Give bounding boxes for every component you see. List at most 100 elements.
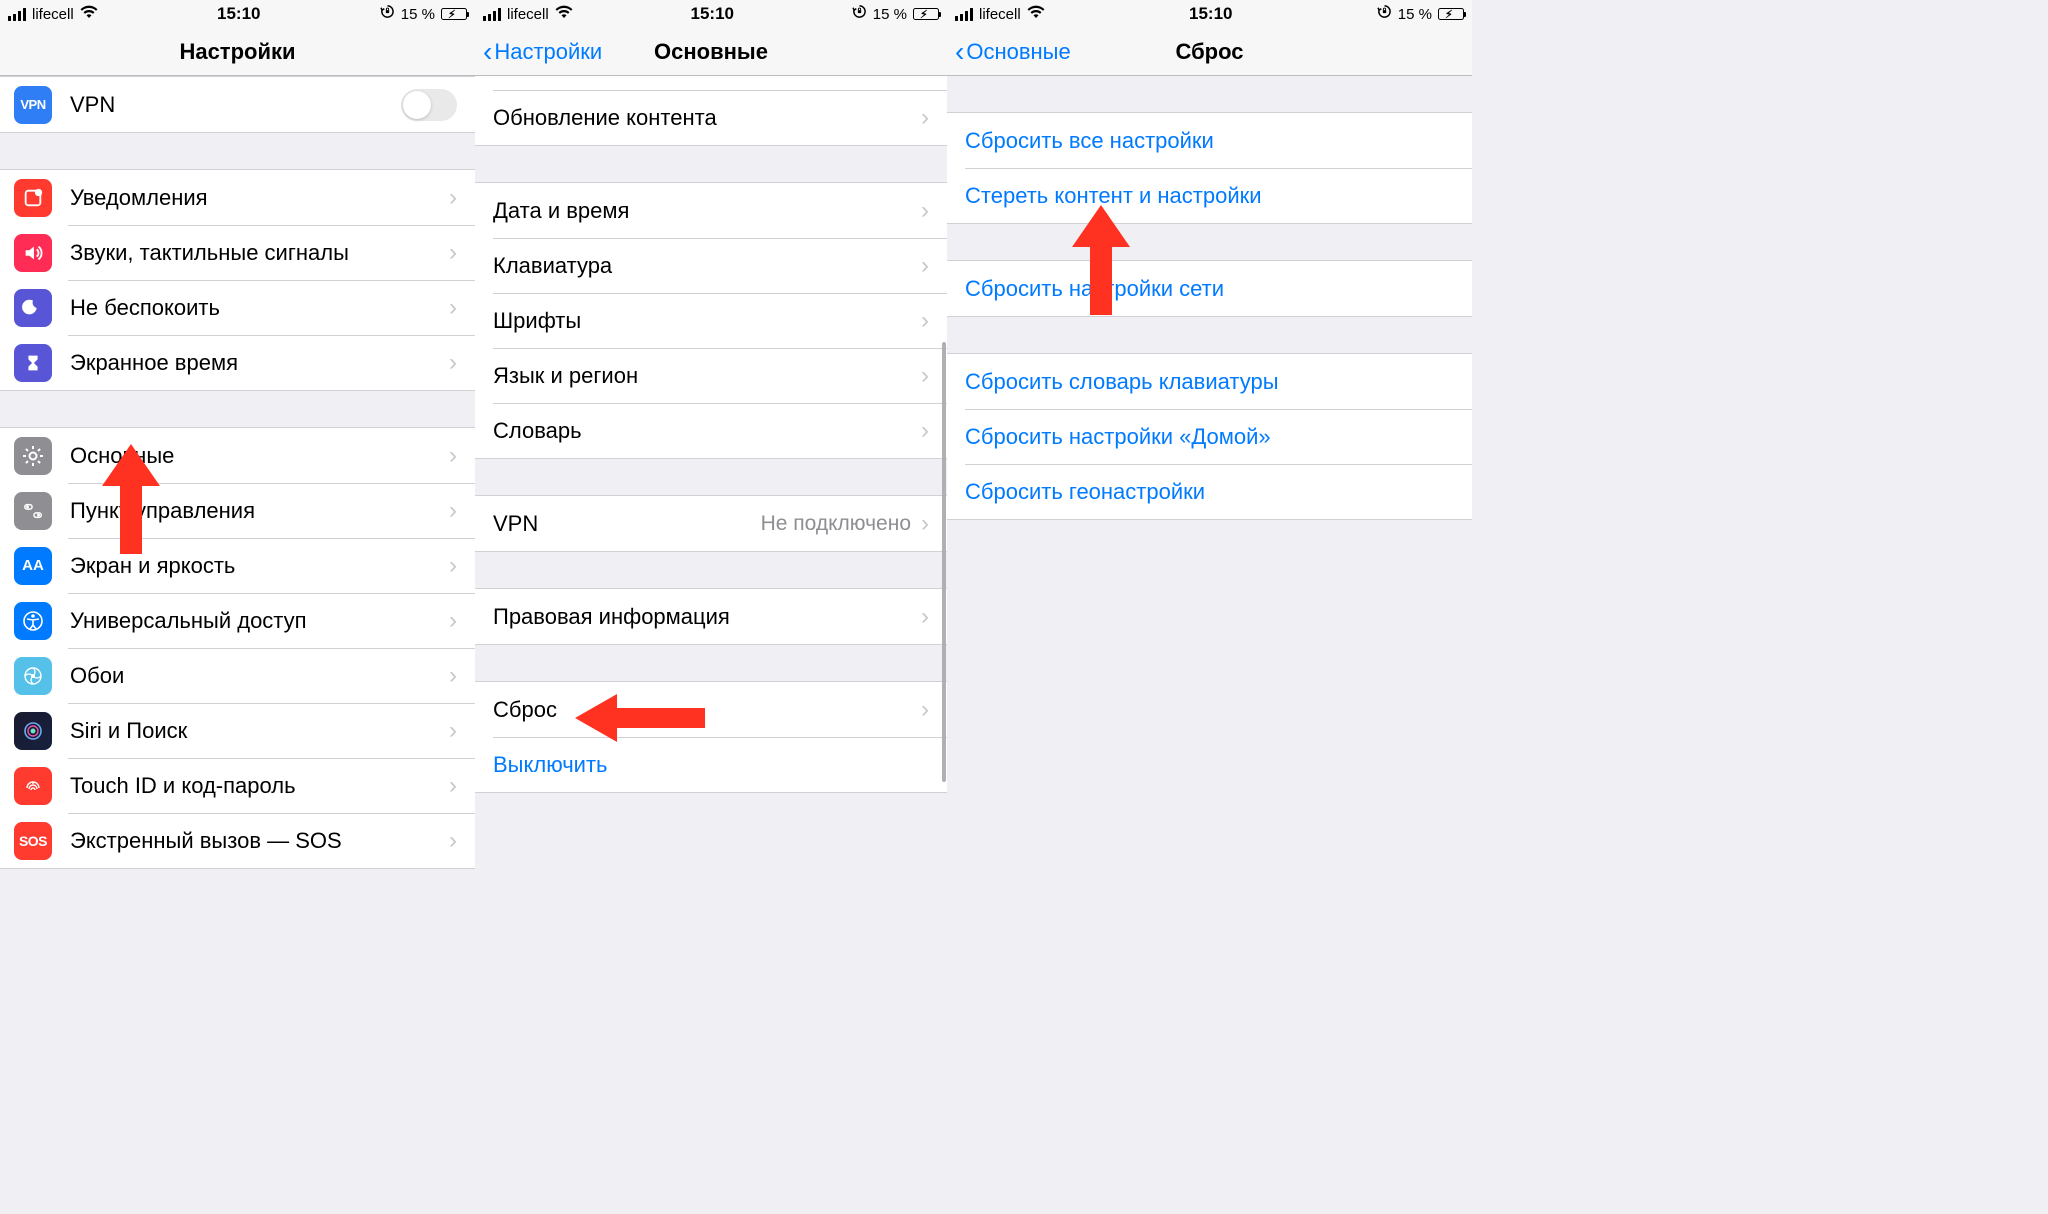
row-label: Сбросить все настройки bbox=[965, 128, 1454, 154]
status-bar: lifecell 15:10 15 % ⚡︎ bbox=[475, 0, 947, 28]
general-row-datetime[interactable]: Дата и время › bbox=[475, 183, 947, 238]
chevron-right-icon: › bbox=[449, 294, 457, 322]
row-label: Язык и регион bbox=[493, 363, 921, 389]
row-label: Стереть контент и настройки bbox=[965, 183, 1454, 209]
nav-back-button[interactable]: ‹ Настройки bbox=[475, 36, 602, 68]
page-title: Настройки bbox=[0, 39, 475, 65]
reset-row-location[interactable]: Сбросить геонастройки bbox=[947, 464, 1472, 519]
nav-header: Настройки bbox=[0, 28, 475, 76]
wifi-icon bbox=[80, 5, 98, 23]
settings-row-sounds[interactable]: Звуки, тактильные сигналы › bbox=[0, 225, 475, 280]
chevron-right-icon: › bbox=[921, 603, 929, 631]
display-icon: AA bbox=[14, 547, 52, 585]
row-label: Словарь bbox=[493, 418, 921, 444]
chevron-right-icon: › bbox=[921, 307, 929, 335]
settings-row-sos[interactable]: SOS Экстренный вызов — SOS › bbox=[0, 813, 475, 868]
row-label: VPN bbox=[493, 511, 761, 537]
control-center-icon bbox=[14, 492, 52, 530]
dnd-icon bbox=[14, 289, 52, 327]
reset-row-network[interactable]: Сбросить настройки сети bbox=[947, 261, 1472, 316]
battery-percent: 15 % bbox=[401, 6, 435, 23]
wifi-icon bbox=[1027, 5, 1045, 23]
general-row-legal[interactable]: Правовая информация › bbox=[475, 589, 947, 644]
sounds-icon bbox=[14, 234, 52, 272]
general-row-language[interactable]: Язык и регион › bbox=[475, 348, 947, 403]
chevron-left-icon: ‹ bbox=[955, 36, 964, 68]
chevron-right-icon: › bbox=[449, 349, 457, 377]
cellular-signal-icon bbox=[955, 8, 973, 21]
row-label: Шрифты bbox=[493, 308, 921, 334]
chevron-right-icon: › bbox=[449, 607, 457, 635]
screentime-icon bbox=[14, 344, 52, 382]
settings-row-screentime[interactable]: Экранное время › bbox=[0, 335, 475, 390]
nav-back-label: Настройки bbox=[494, 39, 602, 65]
row-label: Сбросить настройки «Домой» bbox=[965, 424, 1454, 450]
nav-back-label: Основные bbox=[966, 39, 1070, 65]
chevron-right-icon: › bbox=[921, 696, 929, 724]
settings-row-wallpaper[interactable]: Обои › bbox=[0, 648, 475, 703]
orientation-lock-icon bbox=[852, 4, 867, 24]
row-label: Пункт управления bbox=[70, 498, 449, 524]
cellular-signal-icon bbox=[483, 8, 501, 21]
chevron-right-icon: › bbox=[449, 239, 457, 267]
row-label: Обои bbox=[70, 663, 449, 689]
wallpaper-icon bbox=[14, 657, 52, 695]
orientation-lock-icon bbox=[380, 4, 395, 24]
settings-row-siri[interactable]: Siri и Поиск › bbox=[0, 703, 475, 758]
notifications-icon bbox=[14, 179, 52, 217]
settings-row-notifications[interactable]: Уведомления › bbox=[0, 170, 475, 225]
row-label: Экранное время bbox=[70, 350, 449, 376]
row-label: Правовая информация bbox=[493, 604, 921, 630]
touchid-icon bbox=[14, 767, 52, 805]
general-row-background-refresh[interactable]: Обновление контента › bbox=[475, 90, 947, 145]
settings-row-touchid[interactable]: Touch ID и код-пароль › bbox=[0, 758, 475, 813]
vpn-icon: VPN bbox=[14, 86, 52, 124]
row-label: Сбросить настройки сети bbox=[965, 276, 1454, 302]
settings-row-control-center[interactable]: Пункт управления › bbox=[0, 483, 475, 538]
scrollbar[interactable] bbox=[942, 342, 946, 782]
general-row-dictionary[interactable]: Словарь › bbox=[475, 403, 947, 458]
row-label: Siri и Поиск bbox=[70, 718, 449, 744]
chevron-right-icon: › bbox=[449, 442, 457, 470]
settings-row-dnd[interactable]: Не беспокоить › bbox=[0, 280, 475, 335]
general-icon bbox=[14, 437, 52, 475]
reset-row-home-layout[interactable]: Сбросить настройки «Домой» bbox=[947, 409, 1472, 464]
sos-icon: SOS bbox=[14, 822, 52, 860]
settings-row-display[interactable]: AA Экран и яркость › bbox=[0, 538, 475, 593]
general-row-fonts[interactable]: Шрифты › bbox=[475, 293, 947, 348]
siri-icon bbox=[14, 712, 52, 750]
settings-root-screen: lifecell 15:10 15 % ⚡︎ Настройки VPN VPN bbox=[0, 0, 475, 1214]
status-time: 15:10 bbox=[691, 4, 734, 24]
chevron-right-icon: › bbox=[449, 827, 457, 855]
vpn-toggle[interactable] bbox=[401, 89, 457, 121]
carrier-label: lifecell bbox=[979, 6, 1021, 23]
general-row-shutdown[interactable]: Выключить bbox=[475, 737, 947, 792]
general-row-reset[interactable]: Сброс › bbox=[475, 682, 947, 737]
general-row-keyboard[interactable]: Клавиатура › bbox=[475, 238, 947, 293]
general-settings-screen: lifecell 15:10 15 % ⚡︎ ‹ Настройки Основ… bbox=[475, 0, 947, 1214]
nav-header: ‹ Основные Сброс bbox=[947, 28, 1472, 76]
reset-row-erase-content[interactable]: Стереть контент и настройки bbox=[947, 168, 1472, 223]
chevron-right-icon: › bbox=[449, 772, 457, 800]
settings-row-accessibility[interactable]: Универсальный доступ › bbox=[0, 593, 475, 648]
row-label: Обновление контента bbox=[493, 105, 921, 131]
battery-icon: ⚡︎ bbox=[1438, 8, 1464, 20]
battery-icon: ⚡︎ bbox=[441, 8, 467, 20]
general-row-vpn[interactable]: VPN Не подключено › bbox=[475, 496, 947, 551]
row-label: Экстренный вызов — SOS bbox=[70, 828, 449, 854]
status-bar: lifecell 15:10 15 % ⚡︎ bbox=[0, 0, 475, 28]
settings-row-general[interactable]: Основные › bbox=[0, 428, 475, 483]
reset-row-keyboard-dict[interactable]: Сбросить словарь клавиатуры bbox=[947, 354, 1472, 409]
settings-row-vpn[interactable]: VPN VPN bbox=[0, 77, 475, 132]
battery-icon: ⚡︎ bbox=[913, 8, 939, 20]
reset-row-all-settings[interactable]: Сбросить все настройки bbox=[947, 113, 1472, 168]
carrier-label: lifecell bbox=[32, 6, 74, 23]
nav-back-button[interactable]: ‹ Основные bbox=[947, 36, 1071, 68]
carrier-label: lifecell bbox=[507, 6, 549, 23]
chevron-right-icon: › bbox=[449, 662, 457, 690]
chevron-right-icon: › bbox=[921, 104, 929, 132]
status-time: 15:10 bbox=[1189, 4, 1232, 24]
row-label: Сброс bbox=[493, 697, 921, 723]
row-label: Выключить bbox=[493, 752, 929, 778]
row-label: Сбросить словарь клавиатуры bbox=[965, 369, 1454, 395]
